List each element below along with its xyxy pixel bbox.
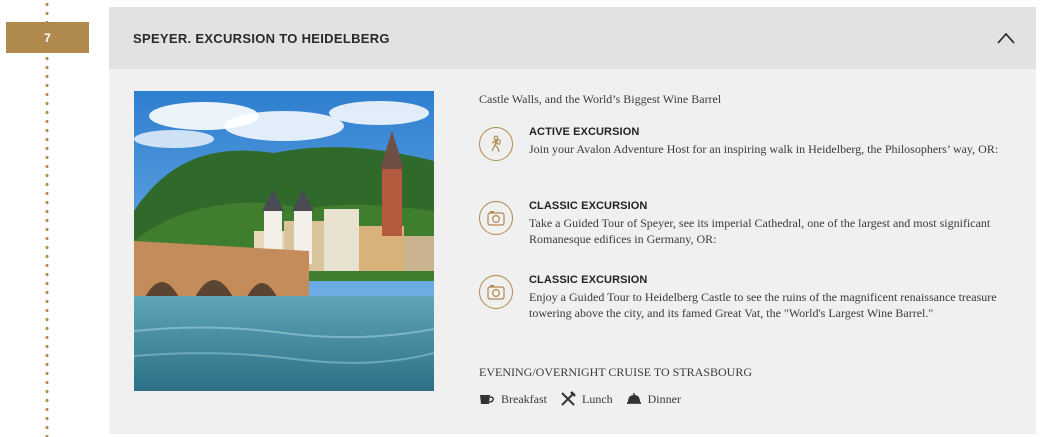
cloche-icon (626, 393, 641, 404)
excursion-description: Take a Guided Tour of Speyer, see its im… (529, 216, 991, 246)
meal-dinner: Dinner (626, 392, 681, 407)
meal-label: Breakfast (501, 391, 547, 406)
timeline-dots (45, 0, 49, 437)
day-title: SPEYER. EXCURSION TO HEIDELBERG (133, 30, 390, 46)
excursion-description: Enjoy a Guided Tour to Heidelberg Castle… (529, 290, 997, 320)
day-number: 7 (44, 30, 51, 45)
meal-breakfast: Breakfast (479, 392, 547, 407)
itinerary-day-card: SPEYER. EXCURSION TO HEIDELBERG Castle W… (109, 7, 1036, 434)
day-intro: Castle Walls, and the World’s Biggest Wi… (479, 92, 722, 106)
excursion-title: CLASSIC EXCURSION (529, 200, 648, 212)
day-number-badge: 7 (6, 22, 89, 53)
excursion-photo (134, 91, 434, 391)
hiking-icon (479, 127, 513, 161)
chevron-up-icon[interactable] (996, 31, 1016, 45)
meal-label: Dinner (647, 391, 681, 406)
excursion-title: ACTIVE EXCURSION (529, 126, 640, 138)
excursion-description: Join your Avalon Adventure Host for an i… (529, 142, 999, 156)
fork-knife-icon (561, 391, 576, 406)
coffee-cup-icon (480, 395, 494, 404)
meal-lunch: Lunch (560, 391, 613, 407)
meals-list: Breakfast Lunch Dinner (479, 391, 694, 407)
excursion-title: CLASSIC EXCURSION (529, 274, 648, 286)
evening-cruise-note: EVENING/OVERNIGHT CRUISE TO STRASBOURG (479, 365, 753, 379)
meal-label: Lunch (581, 391, 613, 406)
camera-icon (479, 275, 513, 309)
camera-icon (479, 201, 513, 235)
accordion-header[interactable]: SPEYER. EXCURSION TO HEIDELBERG (109, 7, 1036, 69)
day-details: Castle Walls, and the World’s Biggest Wi… (479, 91, 1019, 406)
